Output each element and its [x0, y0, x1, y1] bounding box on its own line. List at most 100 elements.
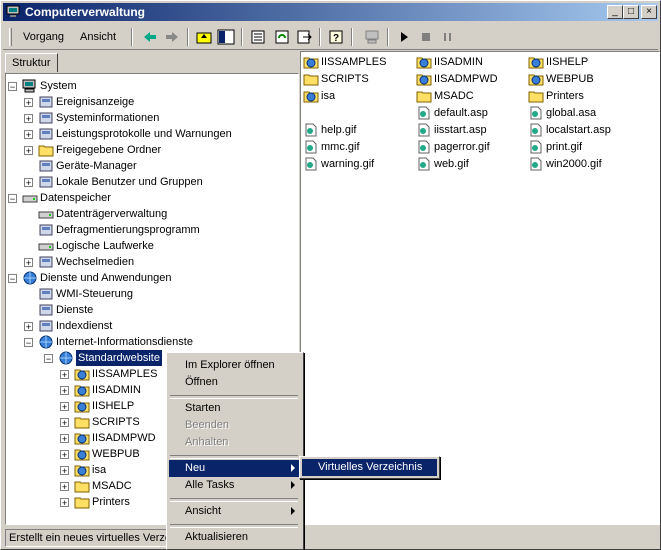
close-button[interactable]: × — [641, 5, 657, 19]
menu-item-all-tasks-label: Alle Tasks — [185, 479, 235, 491]
stop-icon[interactable] — [417, 29, 435, 45]
tree-item[interactable]: − Datenspeicher — [6, 190, 286, 206]
menu-vorgang[interactable]: Vorgang — [19, 29, 68, 45]
tree-item-label: MSADC — [92, 480, 132, 492]
expand-icon[interactable]: + — [24, 258, 33, 268]
context-menu: Im Explorer öffnen Öffnen Starten Beende… — [166, 352, 304, 550]
menu-item-new[interactable]: Neu — [169, 460, 301, 477]
list-item-label: web.gif — [434, 158, 469, 170]
computer-icon[interactable] — [363, 29, 381, 45]
collapse-icon[interactable]: − — [8, 82, 17, 92]
tree-item[interactable]: Datenträgerverwaltung — [6, 206, 286, 222]
tree-item-label: Indexdienst — [56, 320, 113, 332]
list-item-label: mmc.gif — [321, 141, 360, 153]
tree-item-label: SCRIPTS — [92, 416, 140, 428]
play-icon[interactable] — [395, 29, 413, 45]
help-icon[interactable]: ? — [327, 29, 345, 45]
menu-item-refresh[interactable]: Aktualisieren — [169, 529, 301, 546]
collapse-icon[interactable]: − — [44, 354, 53, 364]
tree-item[interactable]: − System — [6, 78, 286, 94]
collapse-icon[interactable]: − — [8, 194, 17, 204]
tree-item-label: IISADMIN — [92, 384, 141, 396]
menu-item-all-tasks[interactable]: Alle Tasks — [169, 477, 301, 494]
collapse-icon[interactable]: − — [8, 274, 17, 284]
expand-icon[interactable]: + — [60, 466, 69, 476]
submenu-arrow-icon — [291, 481, 295, 489]
expand-icon[interactable]: + — [24, 322, 33, 332]
tree-item[interactable]: + Ereignisanzeige — [6, 94, 286, 110]
folder-icon — [74, 481, 90, 493]
tree-item[interactable]: + Leistungsprotokolle und Warnungen — [6, 126, 286, 142]
export-list-icon[interactable] — [295, 29, 313, 45]
list-item-label: help.gif — [321, 124, 357, 136]
menu-item-virtual-directory[interactable]: Virtuelles Verzeichnis — [302, 459, 437, 476]
tree-item-label: Lokale Benutzer und Gruppen — [56, 176, 203, 188]
back-arrow-icon[interactable] — [141, 29, 159, 45]
expand-icon[interactable]: + — [24, 130, 33, 140]
menu-item-open-explorer[interactable]: Im Explorer öffnen — [169, 357, 301, 374]
toolbar-separator — [387, 28, 389, 46]
list-item-label: WEBPUB — [546, 73, 594, 85]
maximize-button[interactable]: □ — [623, 5, 639, 19]
menu-item-open[interactable]: Öffnen — [169, 374, 301, 391]
menu-separator — [170, 455, 298, 459]
expand-icon[interactable]: + — [60, 498, 69, 508]
tree-item[interactable]: + Wechselmedien — [6, 254, 286, 270]
menu-item-pause: Anhalten — [185, 436, 229, 448]
menu-ansicht[interactable]: Ansicht — [76, 29, 120, 45]
expand-icon[interactable]: + — [60, 418, 69, 428]
tree-item[interactable]: + Indexdienst — [6, 318, 286, 334]
folder-icon — [74, 417, 90, 429]
tree-item-label: Datenspeicher — [40, 192, 111, 204]
tree-item[interactable]: Geräte-Manager — [6, 158, 286, 174]
menu-item-stop: Beenden — [185, 419, 230, 431]
asa-file-icon — [530, 106, 542, 120]
content-list[interactable]: IISSAMPLES IISADMIN IISHELP SCRIPTS IISADMPW… — [300, 51, 660, 525]
tree-item[interactable]: + Systeminformationen — [6, 110, 286, 126]
expand-icon[interactable]: + — [60, 434, 69, 444]
gif-file-icon — [530, 140, 542, 154]
tree-item-label: Leistungsprotokolle und Warnungen — [56, 128, 232, 140]
tree-item[interactable]: WMI-Steuerung — [6, 286, 286, 302]
folder-icon — [416, 91, 432, 103]
forward-arrow-icon[interactable] — [163, 29, 181, 45]
tree-item[interactable]: − Dienste und Anwendungen — [6, 270, 286, 286]
minimize-button[interactable]: _ — [607, 5, 623, 19]
performance-icon — [39, 128, 53, 140]
up-folder-icon[interactable] — [195, 29, 213, 45]
menu-item-view[interactable]: Ansicht — [169, 503, 301, 520]
web-folder-icon — [74, 385, 90, 397]
tree-item[interactable]: − Internet-Informationsdienste — [6, 334, 286, 350]
expand-icon[interactable]: + — [60, 386, 69, 396]
title-bar[interactable]: Computerverwaltung _ □ × — [3, 3, 658, 21]
properties-icon[interactable] — [249, 29, 267, 45]
menu-item-start[interactable]: Starten — [169, 400, 301, 417]
expand-icon[interactable]: + — [60, 482, 69, 492]
menu-item-view-label: Ansicht — [185, 505, 222, 517]
list-item-label: iisstart.asp — [434, 124, 487, 136]
services-apps-icon — [23, 271, 37, 285]
tree-item-label: System — [40, 80, 77, 92]
tree-item[interactable]: + Freigegebene Ordner — [6, 142, 286, 158]
expand-icon[interactable]: + — [24, 146, 33, 156]
wmi-icon — [39, 288, 53, 300]
expand-icon[interactable]: + — [60, 370, 69, 380]
status-bar: Erstellt ein neues virtuelles Verzeichni… — [3, 527, 658, 547]
tree-item[interactable]: Defragmentierungsprogramm — [6, 222, 286, 238]
expand-icon[interactable]: + — [60, 450, 69, 460]
refresh-icon[interactable] — [273, 29, 291, 45]
folder-icon — [528, 91, 544, 103]
device-manager-icon — [39, 160, 53, 172]
expand-icon[interactable]: + — [24, 98, 33, 108]
expand-icon[interactable]: + — [24, 178, 33, 188]
show-hide-tree-icon[interactable] — [217, 29, 235, 45]
collapse-icon[interactable]: − — [24, 338, 33, 348]
tree-item[interactable]: Dienste — [6, 302, 286, 318]
expand-icon[interactable]: + — [24, 114, 33, 124]
tree-item[interactable]: + Lokale Benutzer und Gruppen — [6, 174, 286, 190]
tree-item[interactable]: Logische Laufwerke — [6, 238, 286, 254]
gif-file-icon — [305, 123, 317, 137]
expand-icon[interactable]: + — [60, 402, 69, 412]
tab-struktur[interactable]: Struktur — [5, 53, 58, 72]
pause-icon[interactable] — [439, 29, 457, 45]
